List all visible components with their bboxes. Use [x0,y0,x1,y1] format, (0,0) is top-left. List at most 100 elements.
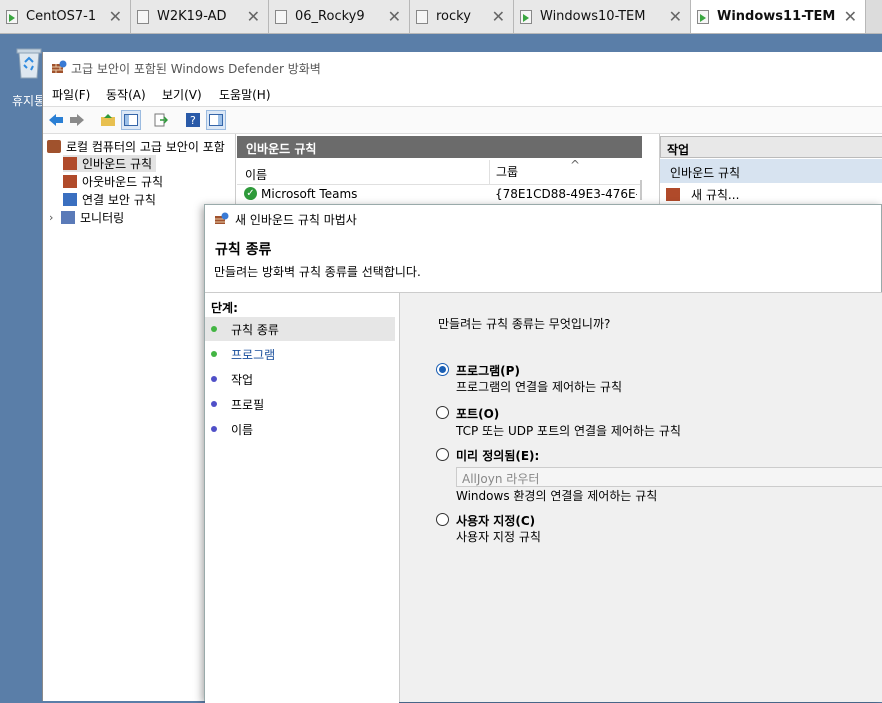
step-name[interactable]: 이름 [205,417,395,441]
tree-root[interactable]: 로컬 컴퓨터의 고급 보안이 포함 [47,138,225,155]
option-port-label[interactable]: 포트(O) [456,405,499,422]
radio-port[interactable] [436,406,449,419]
step-status-dot [211,401,217,407]
vm-icon [275,9,287,24]
vm-tab-label: Windows10-TEM [540,9,646,24]
wizard-title: 새 인바운드 규칙 마법사 [235,213,357,227]
step-rule-type[interactable]: 규칙 종류 [205,317,395,341]
radio-custom[interactable] [436,513,449,526]
enabled-check-icon: ✓ [244,187,257,200]
radio-predefined[interactable] [436,448,449,461]
table-row[interactable]: ✓ Microsoft Teams {78E1CD88-49E3-476E-B9 [237,184,642,204]
actions-header: 작업 [660,136,882,158]
vm-icon [416,9,428,24]
wizard-steps-pane: 단계: 규칙 종류 프로그램 작업 프로필 이름 [205,292,399,703]
close-icon[interactable]: ✕ [492,7,505,26]
outbound-rules-icon [63,175,77,188]
vm-tab-windows10-tem[interactable]: Windows10-TEM ✕ [514,0,691,33]
wizard-content: 만들려는 규칙 종류는 무엇입니까? 프로그램(P) 프로그램의 연결을 제어하… [399,292,882,702]
export-list-icon[interactable] [151,110,171,130]
firewall-root-icon [47,140,61,153]
vm-running-icon [6,9,18,24]
tree-item-label: 아웃바운드 규칙 [82,175,164,189]
rule-type-question: 만들려는 규칙 종류는 무엇입니까? [438,317,611,331]
option-program-desc: 프로그램의 연결을 제어하는 규칙 [456,380,623,394]
expand-chevron-icon[interactable]: › [49,211,61,224]
menu-file[interactable]: 파일(F) [52,86,90,103]
tree-item-label: 인바운드 규칙 [82,157,153,171]
option-program-label[interactable]: 프로그램(P) [456,362,520,379]
help-icon[interactable]: ? [183,110,203,130]
firewall-app-icon [214,211,229,226]
vm-tab-rocky[interactable]: rocky ✕ [410,0,514,33]
forward-arrow-icon[interactable] [67,110,87,130]
radio-program[interactable] [436,363,449,376]
close-icon[interactable]: ✕ [669,7,682,26]
vm-running-icon [520,9,532,24]
tree-root-label: 로컬 컴퓨터의 고급 보안이 포함 [66,140,225,154]
vm-tab-strip: CentOS7-1 ✕ W2K19-AD ✕ 06_Rocky9 ✕ rocky… [0,0,882,34]
window-title: 고급 보안이 포함된 Windows Defender 방화벽 [71,62,321,76]
up-folder-icon[interactable] [98,110,118,130]
wizard-subheading: 만들려는 방화벽 규칙 종류를 선택합니다. [214,265,421,279]
tree-item-monitoring[interactable]: › 모니터링 [49,209,124,226]
connection-security-icon [63,193,77,206]
tree-item-label: 모니터링 [80,211,125,225]
vm-tab-06-rocky9[interactable]: 06_Rocky9 ✕ [269,0,410,33]
step-status-dot [211,326,217,332]
column-header-group[interactable]: 그룹 [489,160,518,184]
tree-item-outbound-rules[interactable]: 아웃바운드 규칙 [63,173,163,190]
window-titlebar: 고급 보안이 포함된 Windows Defender 방화벽 [43,52,882,82]
svg-text:?: ? [190,114,196,127]
show-hide-tree-icon[interactable] [121,110,141,130]
close-icon[interactable]: ✕ [247,7,260,26]
step-action[interactable]: 작업 [205,367,395,391]
inbound-rules-icon [63,157,77,170]
vm-tab-windows11-tem[interactable]: Windows11-TEM ✕ [691,0,866,33]
column-header-name[interactable]: 이름 [245,166,267,183]
menu-view[interactable]: 보기(V) [162,86,202,103]
option-predefined-label[interactable]: 미리 정의됨(E): [456,447,539,464]
option-custom-label[interactable]: 사용자 지정(C) [456,512,535,529]
toolbar: ? [43,106,882,134]
new-inbound-rule-wizard: 새 인바운드 규칙 마법사 규칙 종류 만들려는 방화벽 규칙 종류를 선택합니… [204,204,882,703]
vm-tab-label: Windows11-TEM [717,9,836,24]
back-arrow-icon[interactable] [46,110,66,130]
sort-ascending-icon: ^ [570,158,581,172]
step-profile[interactable]: 프로필 [205,392,395,416]
vm-running-icon [697,9,709,24]
show-hide-action-pane-icon[interactable] [206,110,226,130]
rule-group: {78E1CD88-49E3-476E-B9 [495,187,637,201]
predefined-rule-select[interactable]: AllJoyn 라우터 [456,467,882,487]
close-icon[interactable]: ✕ [109,7,122,26]
action-label: 새 규칙... [691,188,740,202]
option-port-desc: TCP 또는 UDP 포트의 연결을 제어하는 규칙 [456,424,681,438]
wizard-heading: 규칙 종류 [215,242,272,258]
vm-tab-label: 06_Rocky9 [295,9,365,24]
vm-tab-label: CentOS7-1 [26,9,97,24]
close-icon[interactable]: ✕ [388,7,401,26]
firewall-app-icon [51,59,67,75]
step-program[interactable]: 프로그램 [205,342,395,366]
new-rule-action[interactable]: 새 규칙... [666,186,739,203]
tree-item-inbound-rules[interactable]: 인바운드 규칙 [63,155,157,172]
menu-action[interactable]: 동작(A) [106,86,146,103]
new-rule-icon [666,188,680,201]
step-label: 규칙 종류 [231,322,279,337]
monitoring-icon [61,211,75,224]
recycle-bin-icon[interactable] [14,46,44,80]
menu-bar: 파일(F) 동작(A) 보기(V) 도움말(H) [43,82,882,104]
actions-subheader[interactable]: 인바운드 규칙 [660,159,882,183]
vm-tab-w2k19-ad[interactable]: W2K19-AD ✕ [131,0,269,33]
tree-item-connection-security-rules[interactable]: 연결 보안 규칙 [63,191,156,208]
vm-icon [137,9,149,24]
recycle-bin-label: 휴지통 [12,94,46,108]
vm-tab-label: rocky [436,9,471,24]
scrollbar-thumb[interactable] [640,180,642,200]
close-icon[interactable]: ✕ [844,7,857,26]
menu-help[interactable]: 도움말(H) [219,86,271,103]
vm-tab-centos7-1[interactable]: CentOS7-1 ✕ [0,0,131,33]
step-label: 프로그램 [231,347,276,362]
vm-tab-label: W2K19-AD [157,9,227,24]
rule-name: Microsoft Teams [261,187,358,201]
